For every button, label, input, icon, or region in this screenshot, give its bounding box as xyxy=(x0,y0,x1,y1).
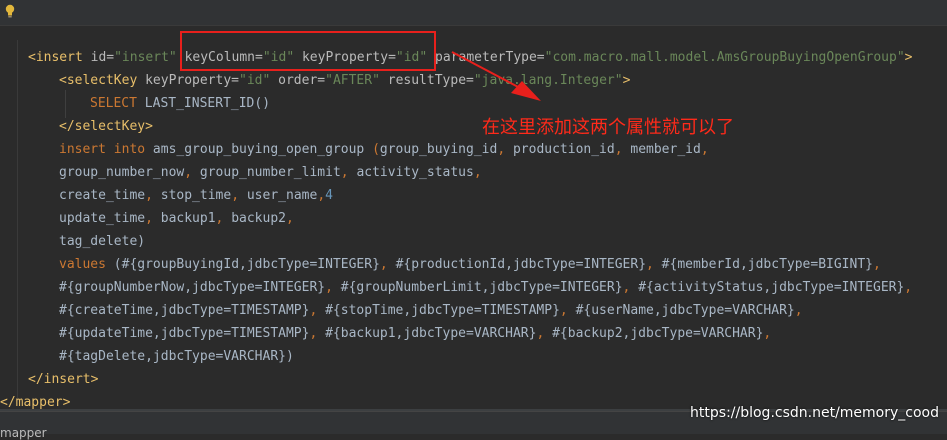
watermark: https://blog.csdn.net/memory_cood xyxy=(690,405,939,421)
annotation-arrow xyxy=(451,51,541,101)
breadcrumb[interactable]: mapper xyxy=(0,427,47,439)
annotation-text: 在这里添加这两个属性就可以了 xyxy=(482,117,734,138)
